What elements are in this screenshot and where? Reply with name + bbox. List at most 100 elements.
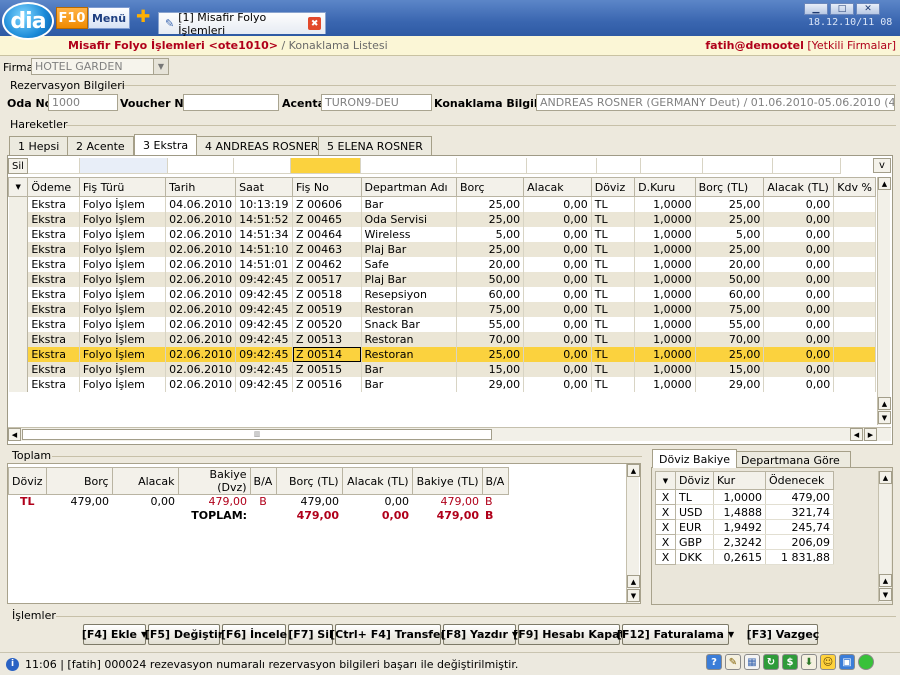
col-header[interactable]: Borç bbox=[455, 177, 525, 197]
remove-x-button[interactable]: X bbox=[655, 489, 676, 505]
close-tab-icon[interactable]: ✖ bbox=[308, 17, 321, 30]
yazdir-button[interactable]: [F8] Yazdır ▼ bbox=[441, 624, 518, 645]
scroll-thumb[interactable]: ▥ bbox=[22, 429, 492, 440]
tab-andreas-rosner[interactable]: 4 ANDREAS ROSNER bbox=[196, 136, 328, 155]
degistir-button[interactable]: [F5] Değiştir bbox=[145, 624, 223, 645]
col-header[interactable]: Ödeme bbox=[27, 177, 80, 197]
tab-departmana-gore[interactable]: Departmana Göre bbox=[730, 451, 851, 468]
col-header[interactable]: Fiş No bbox=[292, 177, 362, 197]
minimize-icon[interactable]: ▁ bbox=[804, 3, 828, 15]
row-indicator[interactable] bbox=[8, 211, 29, 227]
table-row[interactable]: Ekstra Folyo İşlem 02.06.2010 14:51:10 Z 004… bbox=[8, 241, 876, 257]
row-indicator[interactable] bbox=[8, 271, 29, 287]
filter-cell[interactable] bbox=[28, 158, 80, 174]
scroll-right-icon[interactable]: ▶ bbox=[864, 428, 877, 441]
new-tab-plus-icon[interactable]: ✚ bbox=[136, 9, 150, 26]
scroll-up-icon[interactable]: ▲ bbox=[878, 397, 891, 410]
doviz-row[interactable]: X DKK 0,2615 1 831,88 bbox=[655, 549, 834, 565]
scroll-down-icon[interactable]: ▼ bbox=[627, 589, 640, 602]
row-indicator[interactable] bbox=[8, 256, 29, 272]
close-window-icon[interactable]: ✕ bbox=[856, 3, 880, 15]
lock-icon[interactable]: ▣ bbox=[839, 654, 855, 670]
filter-cell[interactable] bbox=[80, 158, 168, 174]
doviz-row[interactable]: X TL 1,0000 479,00 bbox=[655, 489, 834, 505]
filter-cell[interactable] bbox=[703, 158, 773, 174]
table-row[interactable]: Ekstra Folyo İşlem 04.06.2010 10:13:19 Z 006… bbox=[8, 196, 876, 212]
row-indicator[interactable] bbox=[8, 286, 29, 302]
doviz-row[interactable]: X USD 1,4888 321,74 bbox=[655, 504, 834, 520]
voucher-no-field[interactable] bbox=[183, 94, 279, 111]
scroll-down-icon[interactable]: ▼ bbox=[879, 588, 892, 601]
refresh-icon[interactable]: ↻ bbox=[763, 654, 779, 670]
row-indicator[interactable] bbox=[8, 376, 29, 392]
column-chooser-icon[interactable]: ▼ bbox=[655, 471, 676, 490]
table-row[interactable]: Ekstra Folyo İşlem 02.06.2010 14:51:52 Z 004… bbox=[8, 211, 876, 227]
tools-icon[interactable]: ✎ bbox=[725, 654, 741, 670]
grid-horizontal-scrollbar[interactable]: ◀ ▥ ◀ ▶ bbox=[8, 427, 891, 441]
chevron-down-icon[interactable]: ▼ bbox=[153, 59, 168, 74]
table-row[interactable]: Ekstra Folyo İşlem 02.06.2010 09:42:45 Z 005… bbox=[8, 301, 876, 317]
toplam-vertical-scrollbar[interactable]: ▲ ▲ ▼ bbox=[626, 464, 640, 603]
row-indicator[interactable] bbox=[8, 226, 29, 242]
row-indicator[interactable] bbox=[8, 241, 29, 257]
scroll-up-icon[interactable]: ▲ bbox=[879, 574, 892, 587]
row-indicator[interactable] bbox=[8, 346, 29, 362]
currency-icon[interactable]: $ bbox=[782, 654, 798, 670]
table-row[interactable]: Ekstra Folyo İşlem 02.06.2010 09:42:45 Z 005… bbox=[8, 271, 876, 287]
col-header[interactable]: Alacak bbox=[523, 177, 592, 197]
faturalama-button[interactable]: [F12] Faturalama ▼ bbox=[617, 624, 734, 645]
table-row[interactable]: Ekstra Folyo İşlem 02.06.2010 09:42:45 Z 005… bbox=[8, 376, 876, 392]
table-row[interactable]: Ekstra Folyo İşlem 02.06.2010 09:42:45 Z 005… bbox=[8, 286, 876, 302]
col-header[interactable]: Alacak (TL) bbox=[763, 177, 835, 197]
vazgec-button[interactable]: [F3] Vazgeç bbox=[747, 624, 819, 645]
table-row[interactable]: Ekstra Folyo İşlem 02.06.2010 09:42:45 Z 005… bbox=[8, 346, 876, 362]
transfer-button[interactable]: [Ctrl+ F4] Transfer bbox=[330, 624, 446, 645]
ekle-button[interactable]: [F4] Ekle ▼ bbox=[82, 624, 147, 645]
scroll-up-icon[interactable]: ▲ bbox=[878, 177, 891, 190]
yetkili-firmalar-link[interactable]: [Yetkili Firmalar] bbox=[807, 39, 896, 52]
tab-elena-rosner[interactable]: 5 ELENA ROSNER bbox=[318, 136, 432, 155]
incele-button[interactable]: [F6] İncele bbox=[221, 624, 287, 645]
column-chooser-icon[interactable]: ▼ bbox=[8, 177, 29, 197]
col-header[interactable]: Fiş Türü bbox=[78, 177, 167, 197]
sil-button[interactable]: [F7] Sil bbox=[288, 624, 333, 645]
tab-hepsi[interactable]: 1 Hepsi bbox=[9, 136, 69, 155]
acenta-field[interactable]: TURON9-DEU bbox=[321, 94, 432, 111]
scroll-up-icon[interactable]: ▲ bbox=[879, 471, 892, 484]
konaklama-field[interactable]: ANDREAS ROSNER (GERMANY Deut) / 01.06.20… bbox=[536, 94, 895, 111]
table-row[interactable]: Ekstra Folyo İşlem 02.06.2010 09:42:45 Z 005… bbox=[8, 331, 876, 347]
download-icon[interactable]: ⬇ bbox=[801, 654, 817, 670]
filter-cell[interactable] bbox=[597, 158, 641, 174]
filter-cell[interactable] bbox=[457, 158, 527, 174]
tab-acente[interactable]: 2 Acente bbox=[67, 136, 134, 155]
filter-cell[interactable] bbox=[773, 158, 841, 174]
col-header[interactable]: Departman Adı bbox=[360, 177, 457, 197]
table-row[interactable]: Ekstra Folyo İşlem 02.06.2010 09:42:45 Z 005… bbox=[8, 316, 876, 332]
remove-x-button[interactable]: X bbox=[655, 534, 676, 550]
menu-button[interactable]: Menü bbox=[88, 7, 130, 29]
filter-toggle-button[interactable]: v bbox=[873, 158, 891, 173]
row-indicator[interactable] bbox=[8, 361, 29, 377]
col-header[interactable]: Saat bbox=[235, 177, 294, 197]
maximize-icon[interactable]: □ bbox=[830, 3, 854, 15]
col-header[interactable]: Borç (TL) bbox=[694, 177, 765, 197]
scroll-left-icon[interactable]: ◀ bbox=[8, 428, 21, 441]
col-header[interactable]: Kdv % bbox=[833, 177, 876, 197]
remove-x-button[interactable]: X bbox=[655, 549, 676, 565]
row-indicator[interactable] bbox=[8, 301, 29, 317]
sil-filter-button[interactable]: Sil bbox=[8, 158, 28, 174]
filter-cell[interactable] bbox=[361, 158, 457, 174]
row-indicator[interactable] bbox=[8, 316, 29, 332]
scroll-up-icon[interactable]: ▲ bbox=[627, 464, 640, 477]
filter-cell[interactable] bbox=[234, 158, 291, 174]
table-row[interactable]: Ekstra Folyo İşlem 02.06.2010 09:42:45 Z 005… bbox=[8, 361, 876, 377]
filter-cell[interactable] bbox=[168, 158, 234, 174]
remove-x-button[interactable]: X bbox=[655, 519, 676, 535]
firma-select[interactable]: HOTEL GARDEN bbox=[31, 58, 169, 75]
scroll-down-icon[interactable]: ▼ bbox=[878, 411, 891, 424]
calculator-icon[interactable]: ▦ bbox=[744, 654, 760, 670]
filter-cell[interactable] bbox=[527, 158, 597, 174]
doviz-row[interactable]: X EUR 1,9492 245,74 bbox=[655, 519, 834, 535]
help-icon[interactable]: ? bbox=[706, 654, 722, 670]
grid-vertical-scrollbar[interactable]: ▲ ▲ ▼ bbox=[877, 177, 891, 425]
